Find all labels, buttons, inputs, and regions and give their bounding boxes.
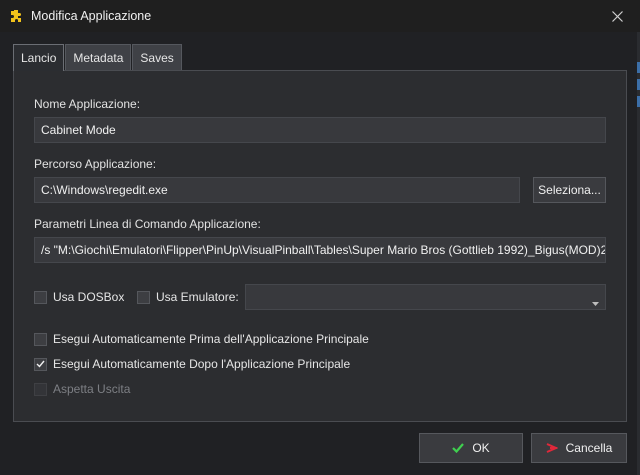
run-after-checkbox[interactable]: Esegui Automaticamente Dopo l'Applicazio…: [34, 357, 350, 371]
cancel-button[interactable]: Cancella: [531, 433, 627, 463]
path-label: Percorso Applicazione:: [34, 157, 157, 171]
ok-label: OK: [472, 441, 490, 455]
name-label: Nome Applicazione:: [34, 97, 141, 111]
emulator-box[interactable]: [137, 290, 150, 304]
close-button[interactable]: [594, 0, 640, 32]
tab-saves[interactable]: Saves: [132, 44, 182, 70]
emulator-label: Usa Emulatore:: [156, 290, 239, 304]
path-field[interactable]: C:\Windows\regedit.exe: [34, 177, 520, 203]
run-before-label: Esegui Automaticamente Prima dell'Applic…: [53, 332, 369, 346]
browse-button[interactable]: Seleziona...: [533, 177, 606, 203]
params-field[interactable]: /s "M:\Giochi\Emulatori\Flipper\PinUp\Vi…: [34, 237, 606, 263]
checkmark-icon: [36, 360, 45, 368]
run-after-box[interactable]: [34, 357, 47, 371]
wait-exit-checkbox: Aspetta Uscita: [34, 382, 130, 396]
ok-button[interactable]: OK: [419, 433, 523, 463]
params-label: Parametri Linea di Comando Applicazione:: [34, 217, 261, 231]
puzzle-icon: [9, 9, 23, 23]
emulator-select[interactable]: [245, 284, 606, 310]
window-title: Modifica Applicazione: [31, 9, 152, 23]
wait-exit-box: [34, 382, 47, 396]
cancel-label: Cancella: [565, 441, 613, 455]
chevron-down-icon: [592, 295, 599, 309]
dosbox-checkbox[interactable]: Usa DOSBox: [34, 290, 124, 304]
dosbox-box[interactable]: [34, 290, 47, 304]
tab-lancio[interactable]: Lancio: [13, 44, 65, 71]
tab-metadata[interactable]: Metadata: [65, 44, 132, 70]
run-after-label: Esegui Automaticamente Dopo l'Applicazio…: [53, 357, 351, 371]
name-field[interactable]: Cabinet Mode: [34, 117, 606, 143]
tab-bar: Lancio Metadata Saves: [13, 44, 183, 71]
close-icon: [611, 10, 623, 22]
title-bar: Modifica Applicazione: [0, 0, 640, 32]
run-before-checkbox[interactable]: Esegui Automaticamente Prima dell'Applic…: [34, 332, 369, 346]
run-before-box[interactable]: [34, 332, 47, 346]
tab-panel-lancio: Nome Applicazione: Cabinet Mode Percorso…: [13, 70, 627, 422]
wait-exit-label: Aspetta Uscita: [53, 382, 131, 396]
emulator-checkbox[interactable]: Usa Emulatore:: [137, 290, 239, 304]
dosbox-label: Usa DOSBox: [53, 290, 125, 304]
cancel-icon: [546, 443, 558, 453]
checkmark-icon: [452, 443, 465, 453]
